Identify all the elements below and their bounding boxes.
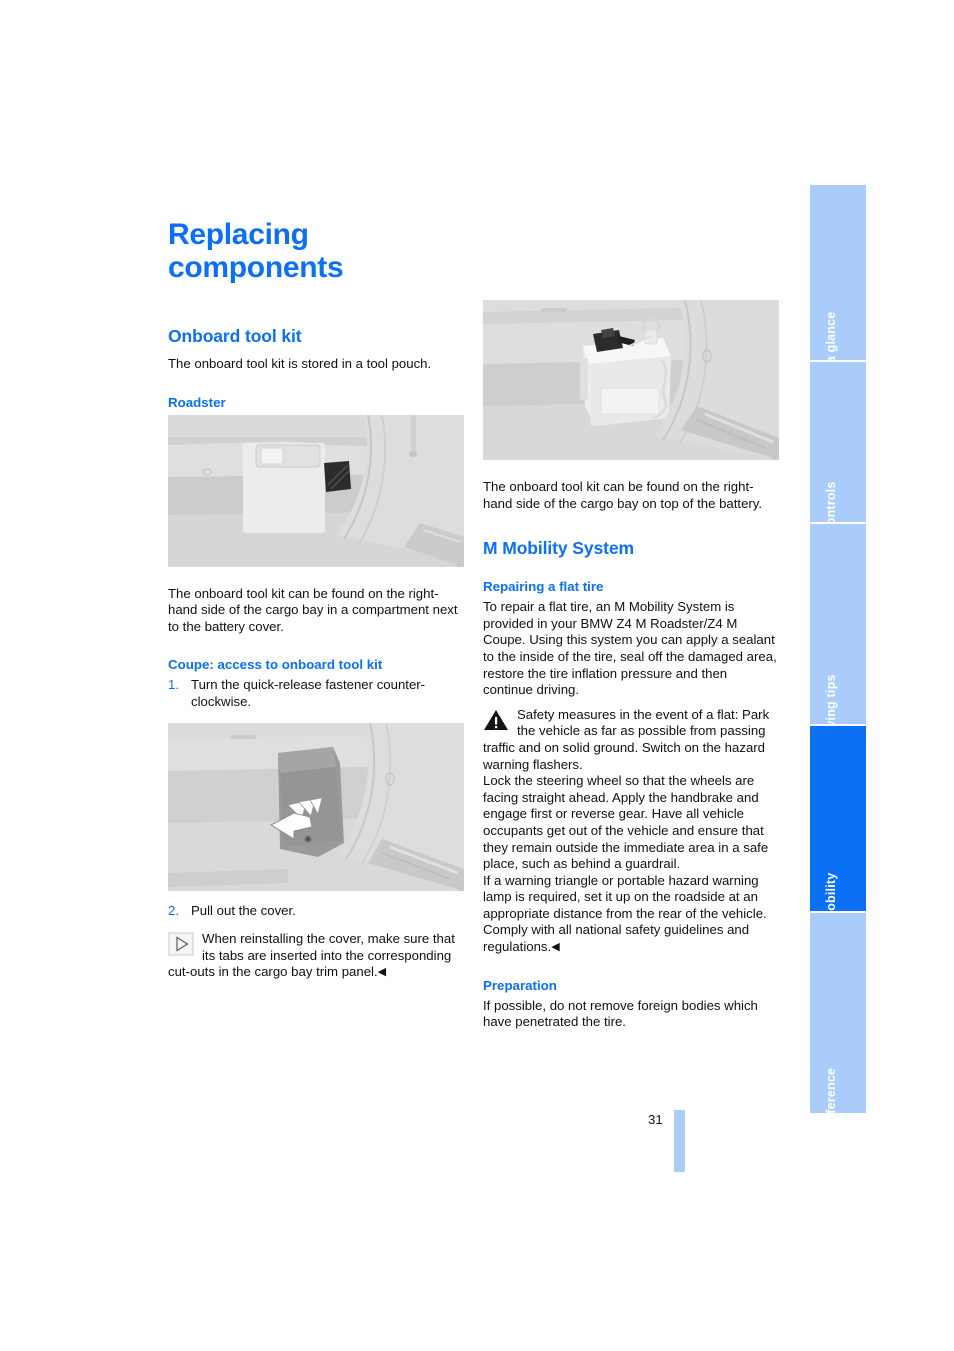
play-triangle-icon-graphic [168,932,194,956]
battery-illustration-graphic [483,300,779,460]
manual-page: Replacing components Onboard tool kit Th… [0,0,954,1351]
sidebar-tab-controls[interactable]: Controls [810,362,866,524]
repairing-flat-tire-body: To repair a flat tire, an M Mobility Sys… [483,599,777,698]
safety-warning-paragraph-3-text: If a warning triangle or portable hazard… [483,872,767,955]
right-column: MS43-03-12-Z4M The onboard tool kit can … [483,300,779,1031]
roadster-figure-caption: The onboard tool kit can be found on the… [168,585,458,634]
onboard-tool-kit-intro: The onboard tool kit is stored in a tool… [168,356,432,371]
step-1-text: Turn the quick-release fastener counter-… [191,677,426,709]
subheading-preparation: Preparation [483,977,557,993]
subheading-repairing-a-flat-tire: Repairing a flat tire [483,579,604,595]
sidebar-tab-label: Controls [824,481,838,524]
reinstall-note-block: When reinstalling the cover, make sure t… [168,931,464,981]
note-end-marker: ◀ [377,966,387,979]
subheading-roadster: Roadster [168,394,226,410]
step-2-number: 2. [168,902,179,918]
page-title: Replacing components [168,218,344,284]
roadster-illustration-graphic [168,414,464,567]
step-1: 1. Turn the quick-release fastener count… [168,677,464,710]
roadster-cargo-bay-tool-kit-illustration: MS43-03-10-Z4M [168,414,464,567]
sidebar-tab-driving-tips[interactable]: Driving tips [810,524,866,726]
safety-warning-paragraph-3: If a warning triangle or portable hazard… [483,873,779,956]
step-1-number: 1. [168,677,179,693]
left-column: Replacing components Onboard tool kit Th… [168,218,464,981]
sidebar-tab-label: Mobility [824,872,838,913]
safety-warning-paragraph-2: Lock the steering wheel so that the whee… [483,773,769,872]
page-number: 31 [648,1112,663,1127]
reinstall-note-text: When reinstalling the cover, make sure t… [168,931,455,980]
page-edge-marker [674,1110,685,1172]
coupe-illustration-graphic [168,722,464,891]
thumb-index-sidebar: At a glance Controls Driving tips Mobili… [810,185,866,1185]
warning-triangle-icon-graphic [483,707,509,732]
safety-warning-block: Safety measures in the event of a flat: … [483,707,779,773]
section-heading-onboard-tool-kit: Onboard tool kit [168,326,302,346]
sidebar-tab-label: Reference [824,1067,838,1113]
cargo-bay-battery-tool-kit-illustration: MS43-03-12-Z4M [483,300,779,460]
sidebar-tab-label: Driving tips [824,674,838,726]
figure-reference-code: MS43-03-11-Z4M [457,887,462,891]
sidebar-tab-mobility[interactable]: Mobility [810,726,866,913]
step-2-text: Pull out the cover. [191,902,296,918]
preparation-body: If possible, do not remove foreign bodie… [483,997,758,1030]
sidebar-tab-label: At a glance [824,311,838,362]
warning-triangle-icon [483,707,509,732]
play-triangle-icon [168,932,194,956]
subheading-coupe-access: Coupe: access to onboard tool kit [168,657,383,673]
battery-figure-caption: The onboard tool kit can be found on the… [483,479,763,511]
coupe-quick-release-fastener-illustration: MS43-03-11-Z4M [168,722,464,891]
sidebar-tab-reference[interactable]: Reference [810,913,866,1113]
safety-warning-paragraph-1: Safety measures in the event of a flat: … [483,706,770,772]
section-heading-m-mobility-system: M Mobility System [483,538,634,559]
warning-end-marker: ◀ [551,941,560,954]
figure-reference-code: MS43-03-12-Z4M [772,456,777,460]
figure-reference-code: MS43-03-10-Z4M [457,563,462,567]
sidebar-tab-at-a-glance[interactable]: At a glance [810,185,866,362]
step-2: 2. Pull out the cover. [168,903,464,920]
